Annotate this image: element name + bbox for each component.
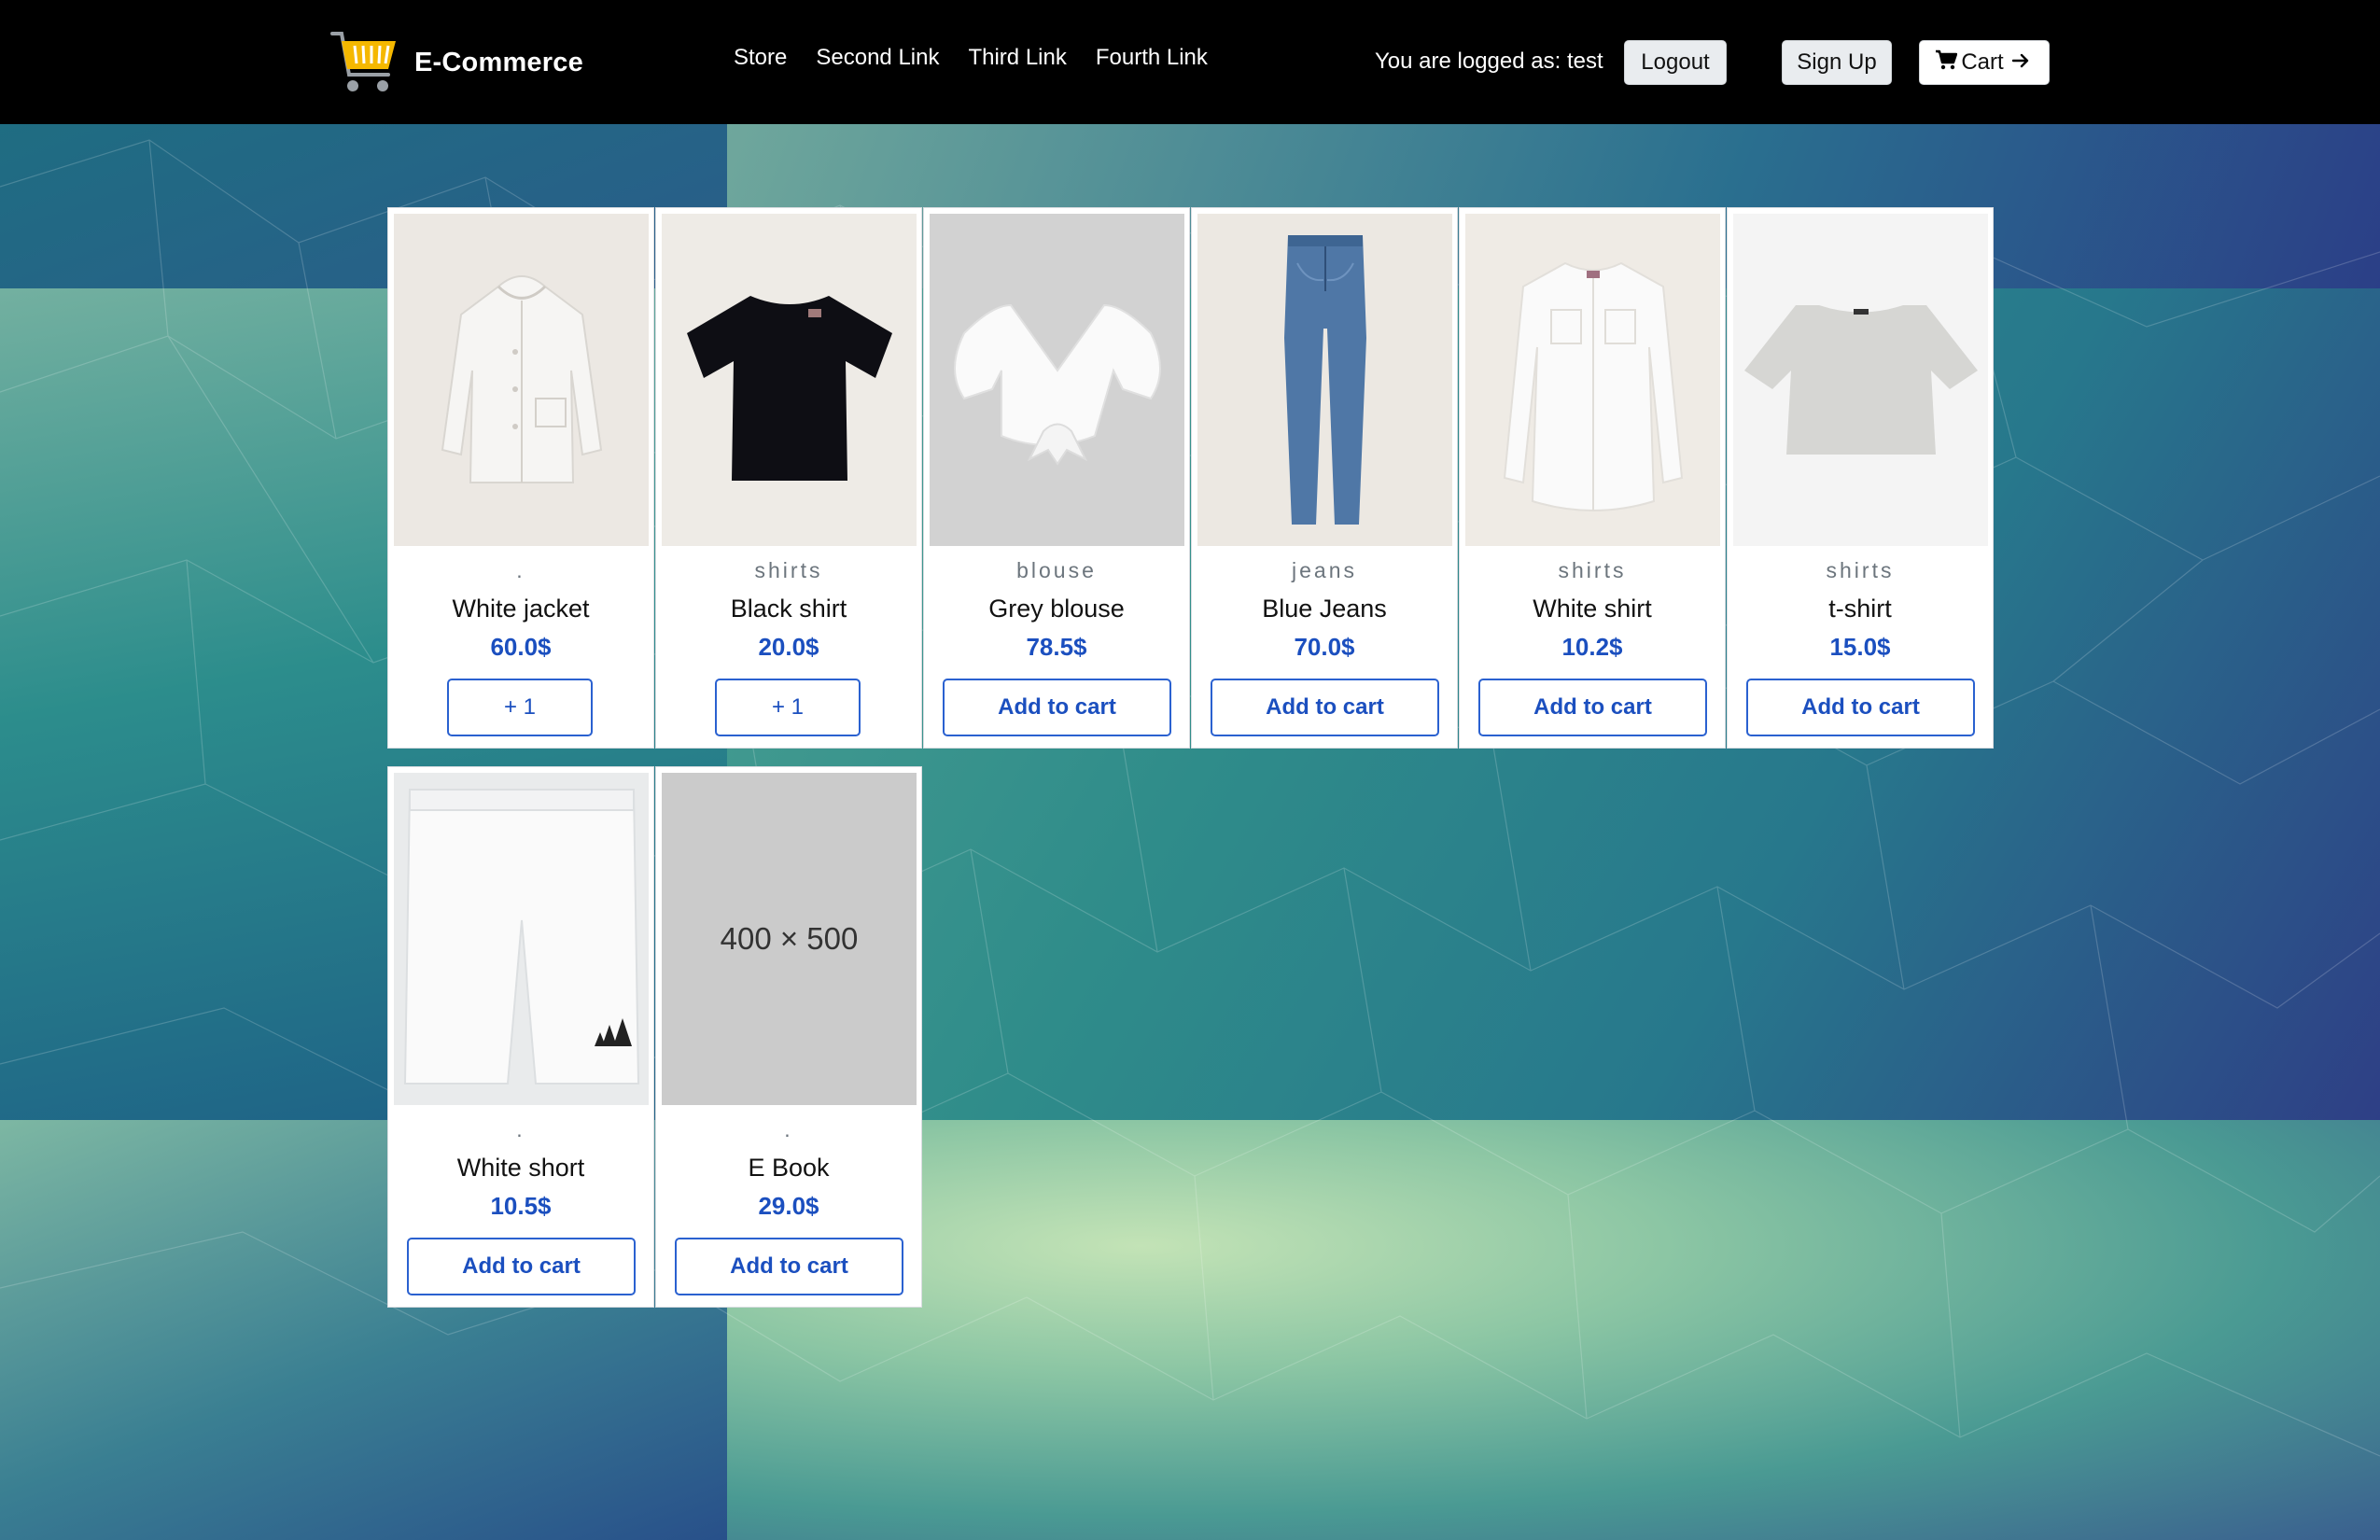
- nav-link-second[interactable]: Second Link: [816, 45, 939, 71]
- product-category: .: [516, 1117, 525, 1141]
- product-card: blouse Grey blouse 78.5$ Add to cart: [923, 207, 1190, 749]
- product-image-black-shirt[interactable]: [662, 214, 917, 546]
- logout-button[interactable]: Logout: [1624, 40, 1727, 85]
- product-title: White jacket: [452, 595, 590, 623]
- product-card: . White short 10.5$ Add to cart: [387, 766, 654, 1308]
- product-price: 10.5$: [490, 1192, 552, 1220]
- product-image-grey-blouse[interactable]: [930, 214, 1184, 546]
- nav-link-third[interactable]: Third Link: [968, 45, 1066, 71]
- nav-link-store[interactable]: Store: [734, 45, 787, 71]
- product-category: jeans: [1292, 558, 1357, 582]
- product-category: shirts: [1558, 558, 1627, 582]
- add-to-cart-button[interactable]: Add to cart: [407, 1238, 636, 1295]
- product-title: White shirt: [1533, 595, 1652, 623]
- placeholder-text: 400 × 500: [720, 921, 859, 956]
- cart-button[interactable]: Cart: [1919, 40, 2050, 85]
- product-card: shirts t-shirt 15.0$ Add to cart: [1727, 207, 1994, 749]
- product-image-grey-tshirt[interactable]: [1733, 214, 1988, 546]
- product-price: 10.2$: [1561, 633, 1623, 661]
- brand-name: E-Commerce: [414, 47, 583, 77]
- product-image-white-jacket[interactable]: [394, 214, 649, 546]
- product-title: Black shirt: [730, 595, 847, 623]
- product-title: E Book: [748, 1154, 830, 1182]
- arrow-right-icon: [2011, 49, 2034, 76]
- product-category: shirts: [754, 558, 823, 582]
- product-title: t-shirt: [1828, 595, 1892, 623]
- login-status: You are logged as: test: [1375, 49, 1603, 74]
- product-price: 78.5$: [1026, 633, 1087, 661]
- product-card: shirts Black shirt 20.0$ + 1: [655, 207, 922, 749]
- add-to-cart-button[interactable]: Add to cart: [1746, 679, 1975, 736]
- product-title: White short: [456, 1154, 585, 1182]
- product-image-blue-jeans[interactable]: [1197, 214, 1452, 546]
- product-card: . White jacket 60.0$ + 1: [387, 207, 654, 749]
- cart-label: Cart: [1961, 49, 2004, 75]
- product-card: jeans Blue Jeans 70.0$ Add to cart: [1191, 207, 1458, 749]
- product-card: 400 × 500 . E Book 29.0$ Add to cart: [655, 766, 922, 1308]
- product-title: Grey blouse: [988, 595, 1125, 623]
- navbar: E-Commerce Store Second Link Third Link …: [0, 0, 2380, 124]
- product-category: .: [784, 1117, 793, 1141]
- product-price: 15.0$: [1829, 633, 1891, 661]
- brand[interactable]: E-Commerce: [329, 26, 583, 99]
- product-image-white-shirt[interactable]: [1465, 214, 1720, 546]
- product-category: .: [516, 558, 525, 582]
- nav-link-fourth[interactable]: Fourth Link: [1096, 45, 1208, 71]
- product-image-white-short[interactable]: [394, 773, 649, 1105]
- product-image-placeholder[interactable]: 400 × 500: [662, 773, 917, 1105]
- nav-links: Store Second Link Third Link Fourth Link: [734, 45, 1237, 71]
- add-to-cart-button[interactable]: Add to cart: [943, 679, 1171, 736]
- product-title: Blue Jeans: [1262, 595, 1387, 623]
- product-category: blouse: [1016, 558, 1097, 582]
- cart-icon: [1935, 49, 1961, 77]
- add-to-cart-button[interactable]: Add to cart: [1211, 679, 1439, 736]
- product-price: 70.0$: [1294, 633, 1355, 661]
- product-price: 29.0$: [758, 1192, 819, 1220]
- add-to-cart-button[interactable]: Add to cart: [675, 1238, 903, 1295]
- signup-button[interactable]: Sign Up: [1782, 40, 1892, 85]
- page-background: [0, 0, 2380, 1540]
- product-price: 20.0$: [758, 633, 819, 661]
- increment-quantity-button[interactable]: + 1: [715, 679, 861, 736]
- product-category: shirts: [1826, 558, 1895, 582]
- increment-quantity-button[interactable]: + 1: [447, 679, 593, 736]
- shopping-cart-logo-icon: [329, 26, 401, 99]
- product-price: 60.0$: [490, 633, 552, 661]
- product-card: shirts White shirt 10.2$ Add to cart: [1459, 207, 1726, 749]
- add-to-cart-button[interactable]: Add to cart: [1478, 679, 1707, 736]
